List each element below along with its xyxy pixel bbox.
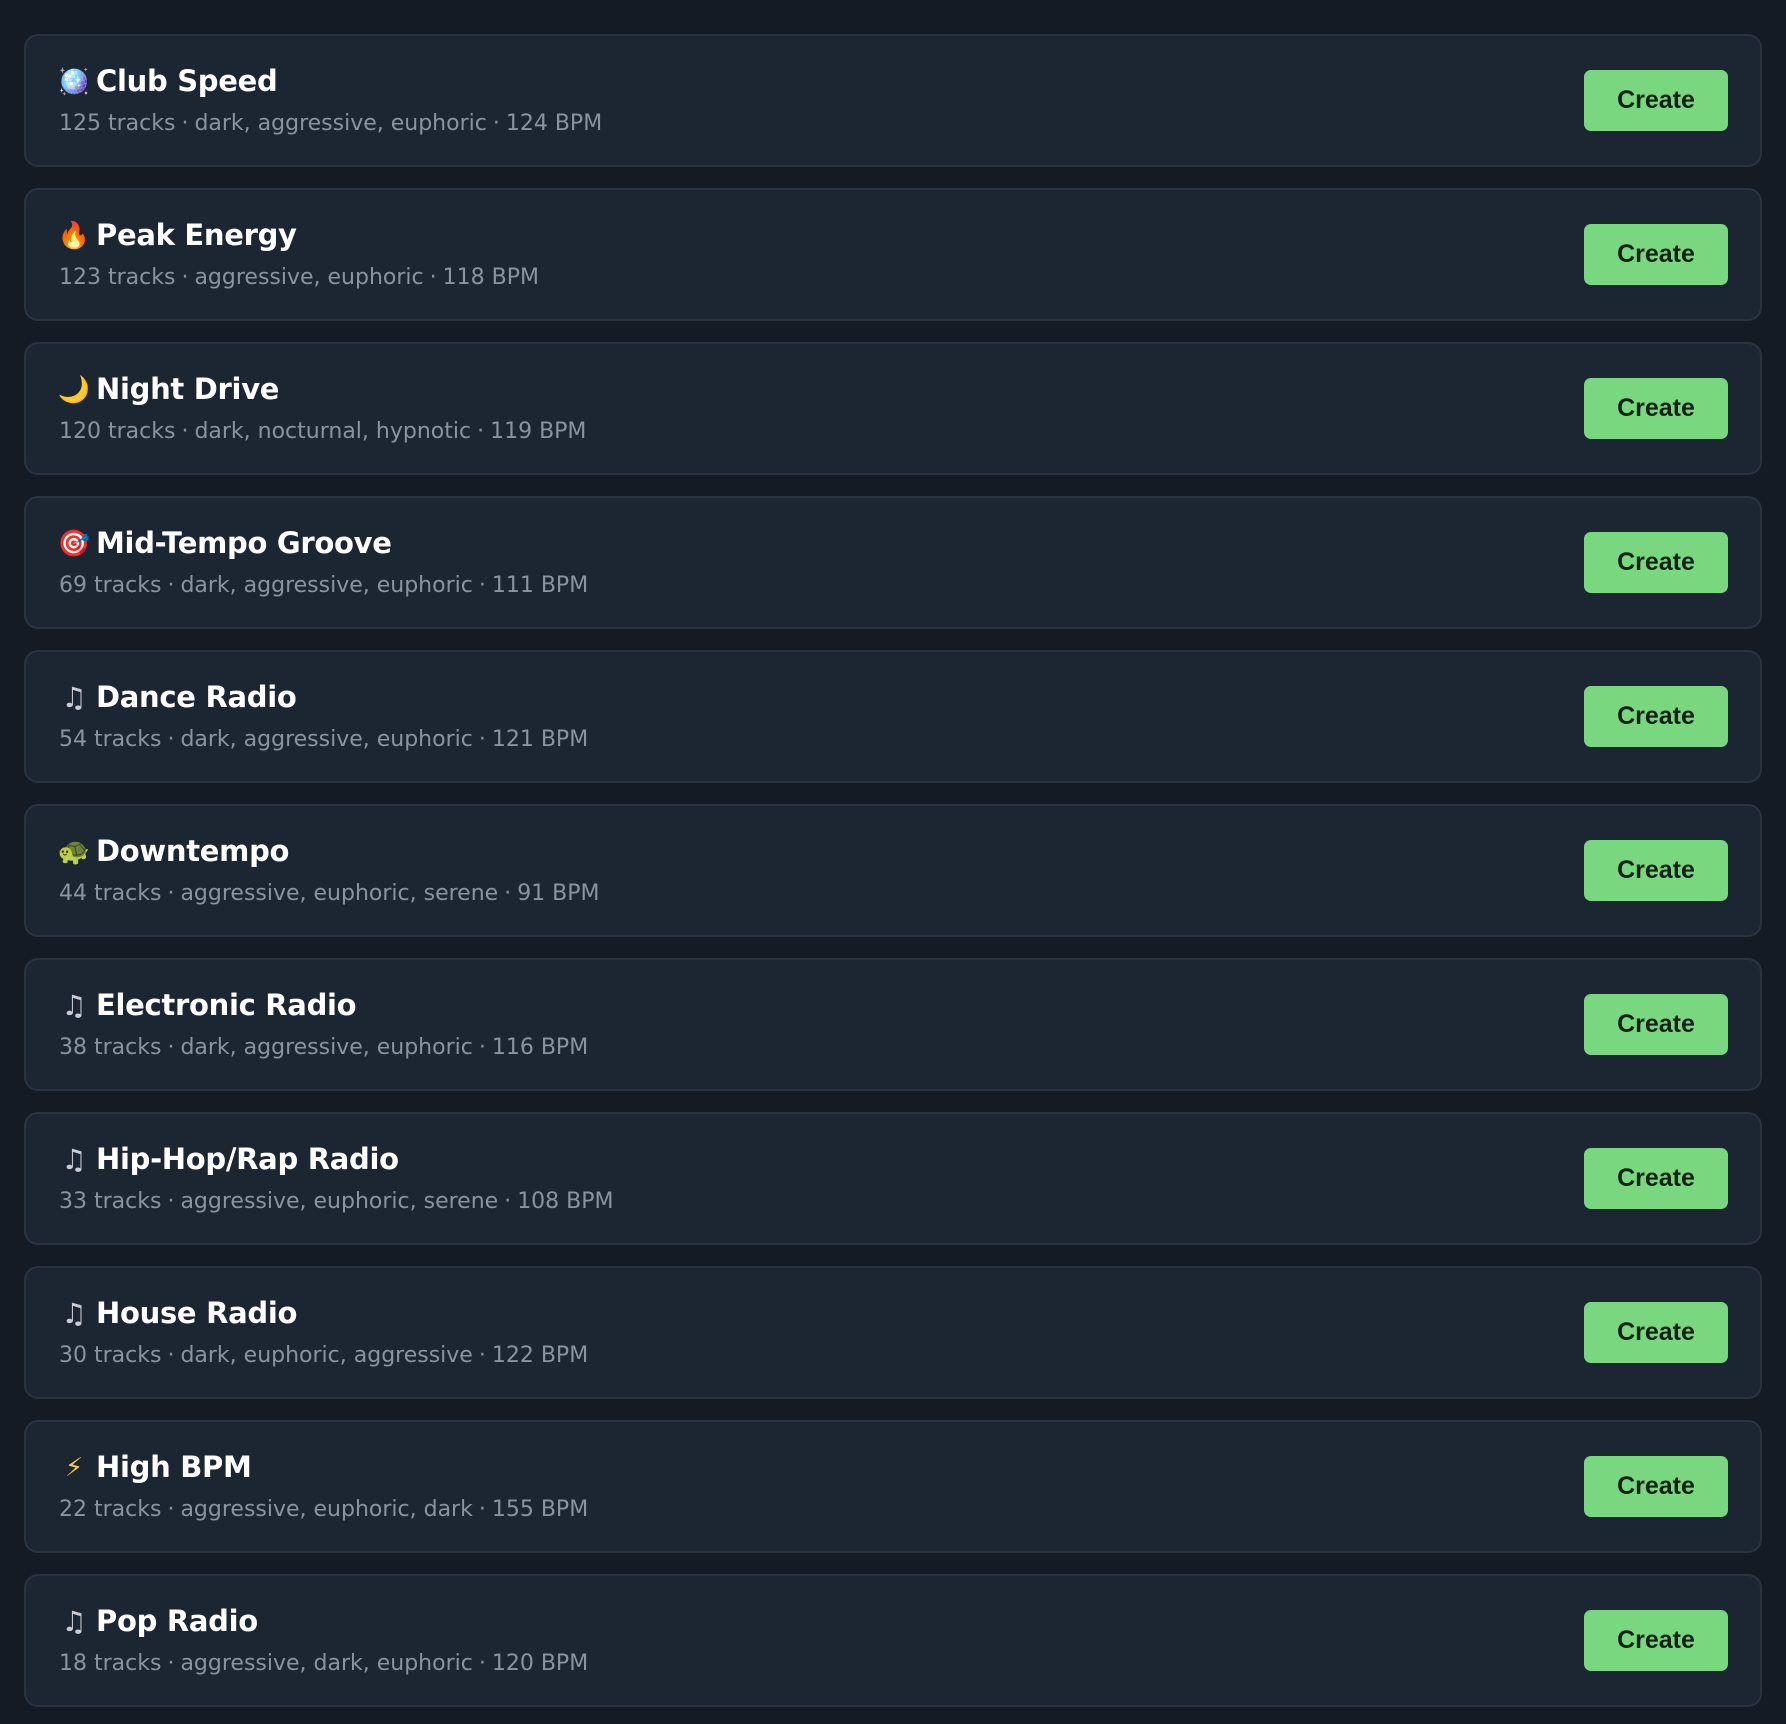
preset-title: Downtempo (96, 834, 290, 868)
preset-track-count: 54 tracks (59, 727, 162, 752)
preset-title: Dance Radio (96, 680, 297, 714)
preset-meta: 120 tracks · dark, nocturnal, hypnotic · 119… (59, 419, 587, 444)
disco-ball-icon: 🪩 (57, 67, 91, 97)
preset-bpm: 121 BPM (491, 727, 589, 752)
preset-track-count: 123 tracks (59, 265, 176, 290)
preset-title: High BPM (96, 1450, 252, 1484)
page: 🪩 Club Speed 125 tracks · dark, aggressive… (0, 0, 1786, 1724)
preset-card-electronic-radio: ♫ Electronic Radio 38 tracks · dark, aggre… (24, 958, 1762, 1091)
preset-track-count: 30 tracks (59, 1343, 162, 1368)
preset-track-count: 120 tracks (59, 419, 176, 444)
turtle-icon: 🐢 (57, 837, 91, 867)
music-note-icon: ♫ (61, 989, 87, 1022)
preset-card-hip-hop-rap-radio: ♫ Hip-Hop/Rap Radio 33 tracks · aggressive… (24, 1112, 1762, 1245)
create-button[interactable]: Create (1584, 994, 1728, 1055)
preset-meta: 54 tracks · dark, aggressive, euphoric · 121… (59, 727, 589, 752)
target-icon: 🎯 (57, 529, 91, 559)
lightning-icon: ⚡ (64, 1453, 84, 1483)
preset-track-count: 33 tracks (59, 1189, 162, 1214)
preset-card-high-bpm: ⚡ High BPM 22 tracks · aggressive, euphori… (24, 1420, 1762, 1553)
music-note-icon: ♫ (61, 1143, 87, 1176)
preset-card-dance-radio: ♫ Dance Radio 54 tracks · dark, aggressive… (24, 650, 1762, 783)
preset-moods: aggressive, euphoric (194, 265, 424, 290)
preset-moods: aggressive, euphoric, dark (180, 1497, 473, 1522)
music-note-icon: ♫ (61, 1605, 87, 1638)
preset-title: Mid-Tempo Groove (96, 526, 392, 560)
preset-moods: dark, aggressive, euphoric (180, 1035, 473, 1060)
preset-meta: 30 tracks · dark, euphoric, aggressive · 122… (59, 1343, 589, 1368)
preset-bpm: 108 BPM (517, 1189, 614, 1214)
preset-track-count: 18 tracks (59, 1651, 162, 1676)
moon-icon: 🌙 (57, 375, 91, 405)
preset-card-mid-tempo-groove: 🎯 Mid-Tempo Groove 69 tracks · dark, aggre… (24, 496, 1762, 629)
preset-bpm: 124 BPM (505, 111, 603, 136)
create-button[interactable]: Create (1584, 1610, 1728, 1671)
preset-bpm: 111 BPM (491, 573, 589, 598)
create-button[interactable]: Create (1584, 1456, 1728, 1517)
create-button[interactable]: Create (1584, 378, 1728, 439)
preset-moods: dark, aggressive, euphoric (180, 727, 473, 752)
create-button[interactable]: Create (1584, 1302, 1728, 1363)
preset-bpm: 116 BPM (491, 1035, 589, 1060)
preset-moods: aggressive, euphoric, serene (180, 1189, 499, 1214)
preset-title: Electronic Radio (96, 988, 357, 1022)
preset-title: Peak Energy (96, 218, 297, 252)
music-note-icon: ♫ (61, 1297, 87, 1330)
create-button[interactable]: Create (1584, 686, 1728, 747)
create-button[interactable]: Create (1584, 70, 1728, 131)
preset-card-downtempo: 🐢 Downtempo 44 tracks · aggressive, euphor… (24, 804, 1762, 937)
preset-meta: 44 tracks · aggressive, euphoric, serene · 9… (59, 881, 600, 906)
music-note-icon: ♫ (61, 681, 87, 714)
preset-card-night-drive: 🌙 Night Drive 120 tracks · dark, nocturnal… (24, 342, 1762, 475)
preset-bpm: 120 BPM (491, 1651, 589, 1676)
preset-meta: 123 tracks · aggressive, euphoric · 118 BPM (59, 265, 539, 290)
create-button[interactable]: Create (1584, 224, 1728, 285)
preset-moods: dark, nocturnal, hypnotic (194, 419, 472, 444)
preset-meta: 22 tracks · aggressive, euphoric, dark · 155… (59, 1497, 589, 1522)
preset-bpm: 118 BPM (442, 265, 539, 290)
preset-track-count: 22 tracks (59, 1497, 162, 1522)
preset-title: Pop Radio (96, 1604, 258, 1638)
preset-moods: dark, aggressive, euphoric (180, 573, 473, 598)
preset-bpm: 91 BPM (517, 881, 600, 906)
preset-bpm: 155 BPM (491, 1497, 589, 1522)
preset-list: 🪩 Club Speed 125 tracks · dark, aggressive… (24, 34, 1762, 1724)
preset-meta: 33 tracks · aggressive, euphoric, serene · 1… (59, 1189, 614, 1214)
preset-title: House Radio (96, 1296, 298, 1330)
preset-moods: aggressive, dark, euphoric (180, 1651, 473, 1676)
preset-meta: 38 tracks · dark, aggressive, euphoric · 116… (59, 1035, 589, 1060)
preset-title: Night Drive (96, 372, 280, 406)
preset-moods: aggressive, euphoric, serene (180, 881, 499, 906)
preset-meta: 69 tracks · dark, aggressive, euphoric · 111… (59, 573, 589, 598)
preset-title: Club Speed (96, 64, 278, 98)
preset-track-count: 38 tracks (59, 1035, 162, 1060)
preset-bpm: 119 BPM (490, 419, 587, 444)
create-button[interactable]: Create (1584, 532, 1728, 593)
preset-moods: dark, aggressive, euphoric (194, 111, 487, 136)
fire-icon: 🔥 (57, 221, 91, 251)
preset-moods: dark, euphoric, aggressive (180, 1343, 473, 1368)
preset-meta: 125 tracks · dark, aggressive, euphoric · 12… (59, 111, 603, 136)
preset-card-house-radio: ♫ House Radio 30 tracks · dark, euphoric, … (24, 1266, 1762, 1399)
preset-meta: 18 tracks · aggressive, dark, euphoric · 120… (59, 1651, 589, 1676)
preset-track-count: 69 tracks (59, 573, 162, 598)
preset-card-club-speed: 🪩 Club Speed 125 tracks · dark, aggressive… (24, 34, 1762, 167)
preset-card-pop-radio: ♫ Pop Radio 18 tracks · aggressive, dark, … (24, 1574, 1762, 1707)
preset-track-count: 44 tracks (59, 881, 162, 906)
preset-card-peak-energy: 🔥 Peak Energy 123 tracks · aggressive, eup… (24, 188, 1762, 321)
preset-track-count: 125 tracks (59, 111, 176, 136)
preset-bpm: 122 BPM (491, 1343, 589, 1368)
create-button[interactable]: Create (1584, 840, 1728, 901)
preset-title: Hip-Hop/Rap Radio (96, 1142, 399, 1176)
create-button[interactable]: Create (1584, 1148, 1728, 1209)
